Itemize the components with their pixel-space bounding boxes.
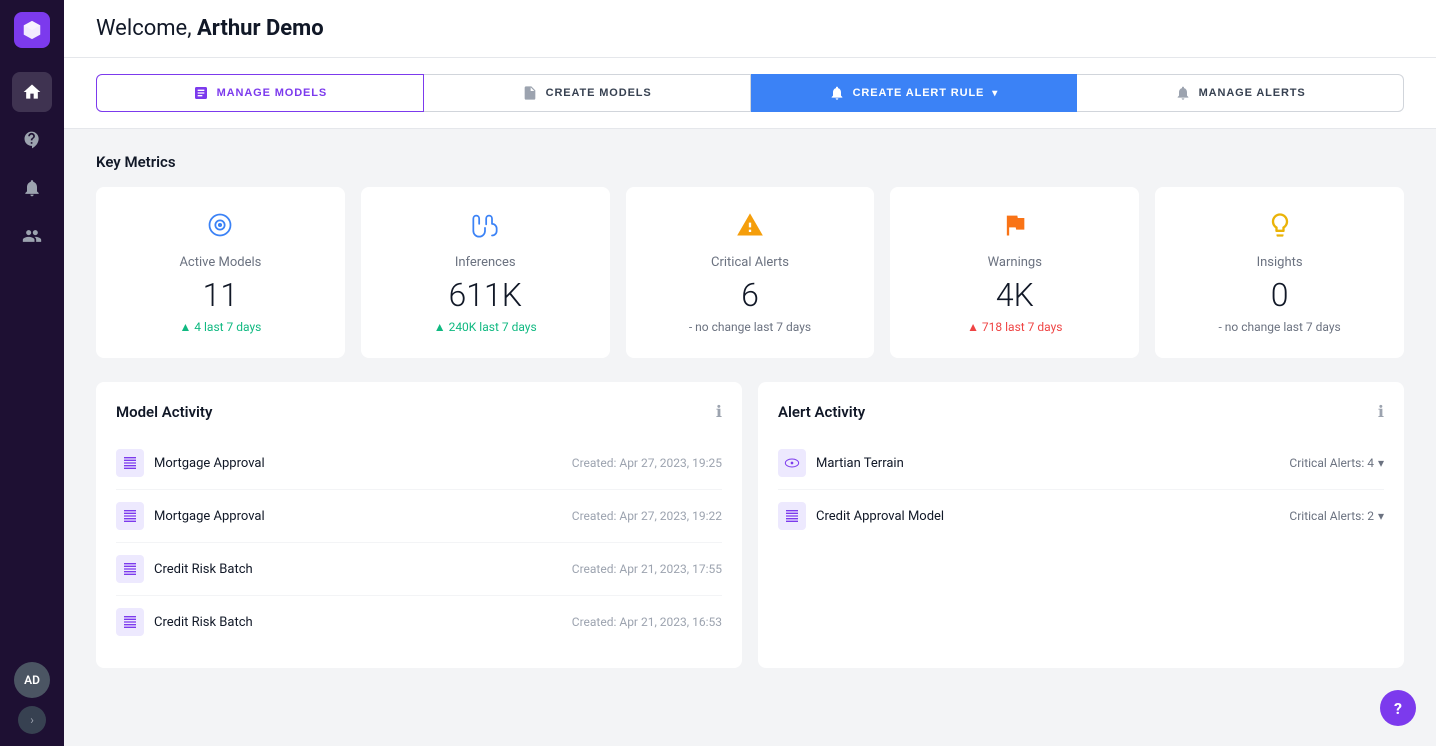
inferences-value: 611K xyxy=(448,276,521,314)
sidebar: AD › xyxy=(0,0,64,746)
sidebar-expand-button[interactable]: › xyxy=(18,706,46,734)
model-date-4: Created: Apr 21, 2023, 16:53 xyxy=(572,615,722,629)
alert-activity-info-icon[interactable]: ℹ xyxy=(1378,402,1384,421)
critical-alerts-value: 6 xyxy=(741,276,759,314)
alert-activity-panel: Alert Activity ℹ Martian Terrain Critica… xyxy=(758,382,1404,668)
alert-count-1: Critical Alerts: 4 xyxy=(1289,456,1374,470)
warnings-icon xyxy=(1001,211,1029,245)
alert-model-name-1: Martian Terrain xyxy=(816,456,904,471)
metric-card-insights: Insights 0 - no change last 7 days xyxy=(1155,187,1404,358)
warnings-value: 4K xyxy=(996,276,1034,314)
action-buttons-bar: MANAGE MODELS CREATE MODELS CREATE ALERT… xyxy=(64,58,1436,129)
critical-alerts-change: - no change last 7 days xyxy=(689,320,811,334)
key-metrics-title: Key Metrics xyxy=(96,153,1404,171)
insights-icon xyxy=(1266,211,1294,245)
header: Welcome, Arthur Demo xyxy=(64,0,1436,58)
metric-card-warnings: Warnings 4K ▲ 718 last 7 days xyxy=(890,187,1139,358)
sidebar-item-alerts[interactable] xyxy=(12,168,52,208)
alert-activity-title: Alert Activity xyxy=(778,403,865,421)
model-icon-1 xyxy=(116,449,144,477)
avatar[interactable]: AD xyxy=(14,662,50,698)
model-activity-item-2[interactable]: Mortgage Approval Created: Apr 27, 2023,… xyxy=(116,490,722,543)
username: Arthur Demo xyxy=(197,16,324,41)
model-name-3: Credit Risk Batch xyxy=(154,562,253,577)
model-date-3: Created: Apr 21, 2023, 17:55 xyxy=(572,562,722,576)
active-models-label: Active Models xyxy=(179,255,261,270)
model-activity-item-4[interactable]: Credit Risk Batch Created: Apr 21, 2023,… xyxy=(116,596,722,648)
warnings-change: ▲ 718 last 7 days xyxy=(967,320,1062,334)
welcome-prefix: Welcome, xyxy=(96,16,197,41)
metrics-grid: Active Models 11 ▲ 4 last 7 days Inferen… xyxy=(96,187,1404,358)
manage-alerts-button[interactable]: MANAGE ALERTS xyxy=(1077,74,1404,112)
insights-change: - no change last 7 days xyxy=(1218,320,1340,334)
inferences-label: Inferences xyxy=(455,255,516,270)
alert-count-2: Critical Alerts: 2 xyxy=(1289,509,1374,523)
model-icon-4 xyxy=(116,608,144,636)
model-activity-item-1[interactable]: Mortgage Approval Created: Apr 27, 2023,… xyxy=(116,437,722,490)
inferences-icon xyxy=(471,211,499,245)
help-button[interactable]: ? xyxy=(1380,690,1416,726)
sidebar-item-analytics[interactable] xyxy=(12,216,52,256)
model-icon-2 xyxy=(116,502,144,530)
model-activity-panel: Model Activity ℹ Mortgage Approval Creat… xyxy=(96,382,742,668)
create-alert-rule-button[interactable]: CREATE ALERT RULE ▾ xyxy=(751,74,1078,112)
inferences-change: ▲ 240K last 7 days xyxy=(434,320,537,334)
alert-model-name-2: Credit Approval Model xyxy=(816,509,944,524)
metric-card-inferences: Inferences 611K ▲ 240K last 7 days xyxy=(361,187,610,358)
sidebar-bottom: AD › xyxy=(14,662,50,734)
page-title: Welcome, Arthur Demo xyxy=(96,16,324,41)
model-name-1: Mortgage Approval xyxy=(154,456,265,471)
model-activity-item-3[interactable]: Credit Risk Batch Created: Apr 21, 2023,… xyxy=(116,543,722,596)
alert-activity-item-2[interactable]: Credit Approval Model Critical Alerts: 2… xyxy=(778,490,1384,542)
content-area: Key Metrics Active Models 11 ▲ 4 last 7 … xyxy=(64,129,1436,746)
critical-alerts-icon xyxy=(736,211,764,245)
create-alert-rule-label: CREATE ALERT RULE xyxy=(853,87,985,99)
alert-activity-item-1[interactable]: Martian Terrain Critical Alerts: 4 ▾ xyxy=(778,437,1384,490)
alert-model-icon-2 xyxy=(778,502,806,530)
model-activity-info-icon[interactable]: ℹ xyxy=(716,402,722,421)
manage-models-button[interactable]: MANAGE MODELS xyxy=(96,74,424,112)
create-models-label: CREATE MODELS xyxy=(546,87,652,99)
alert-model-icon-1 xyxy=(778,449,806,477)
model-activity-header: Model Activity ℹ xyxy=(116,402,722,421)
warnings-label: Warnings xyxy=(988,255,1042,270)
model-name-4: Credit Risk Batch xyxy=(154,615,253,630)
model-name-2: Mortgage Approval xyxy=(154,509,265,524)
model-icon-3 xyxy=(116,555,144,583)
insights-label: Insights xyxy=(1257,255,1303,270)
alert-expand-icon-2[interactable]: ▾ xyxy=(1378,509,1384,523)
create-models-button[interactable]: CREATE MODELS xyxy=(424,74,751,112)
app-logo[interactable] xyxy=(14,12,50,48)
sidebar-item-models[interactable] xyxy=(12,120,52,160)
sidebar-item-home[interactable] xyxy=(12,72,52,112)
active-models-icon xyxy=(206,211,234,245)
insights-value: 0 xyxy=(1271,276,1289,314)
alert-activity-header: Alert Activity ℹ xyxy=(778,402,1384,421)
alert-expand-icon-1[interactable]: ▾ xyxy=(1378,456,1384,470)
active-models-value: 11 xyxy=(203,276,239,314)
model-date-1: Created: Apr 27, 2023, 19:25 xyxy=(572,456,722,470)
model-date-2: Created: Apr 27, 2023, 19:22 xyxy=(572,509,722,523)
manage-alerts-label: MANAGE ALERTS xyxy=(1199,87,1306,99)
main-content: Welcome, Arthur Demo MANAGE MODELS CREAT… xyxy=(64,0,1436,746)
activity-grid: Model Activity ℹ Mortgage Approval Creat… xyxy=(96,382,1404,668)
active-models-change: ▲ 4 last 7 days xyxy=(179,320,261,334)
model-activity-title: Model Activity xyxy=(116,403,212,421)
metric-card-critical-alerts: Critical Alerts 6 - no change last 7 day… xyxy=(626,187,875,358)
critical-alerts-label: Critical Alerts xyxy=(711,255,789,270)
manage-models-label: MANAGE MODELS xyxy=(217,87,327,99)
metric-card-active-models: Active Models 11 ▲ 4 last 7 days xyxy=(96,187,345,358)
